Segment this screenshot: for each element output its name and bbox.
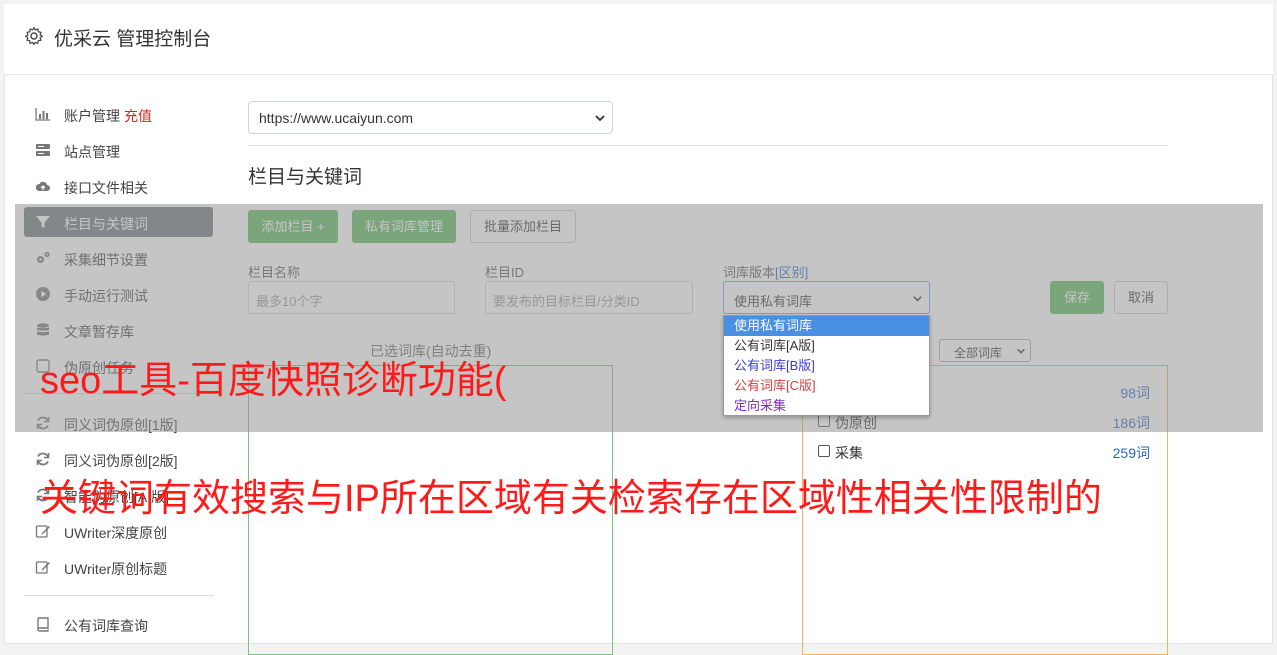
lib-version-label-text: 词库版本: [723, 265, 776, 280]
sidebar-item-synonym-v1[interactable]: 同义词伪原创[1版]: [24, 408, 213, 438]
section-divider: [248, 145, 1168, 146]
site-select-value: https://www.ucaiyun.com: [259, 110, 414, 126]
sidebar-item-account[interactable]: 账户管理 充值: [24, 99, 213, 129]
sidebar-item-article-cache[interactable]: 文章暂存库: [24, 315, 213, 345]
dropdown-option[interactable]: 定向采集: [724, 396, 929, 416]
lib-count: 259词: [1112, 445, 1150, 461]
bar-chart-icon: [35, 108, 50, 121]
batch-add-button[interactable]: 批量添加栏目: [470, 210, 576, 243]
lib-name: 采集: [835, 445, 863, 461]
book-icon: [37, 617, 49, 632]
cancel-button[interactable]: 取消: [1114, 281, 1168, 314]
column-id-input[interactable]: 要发布的目标栏目/分类ID: [485, 281, 693, 314]
lib-filter-select[interactable]: 全部词库: [939, 339, 1031, 362]
database-icon: [37, 323, 49, 336]
save-button[interactable]: 保存: [1050, 281, 1104, 314]
lib-checkbox[interactable]: [818, 445, 830, 457]
sidebar-item-label: 采集细节设置: [64, 252, 148, 268]
column-id-label: 栏目ID: [485, 265, 525, 280]
sidebar-item-columns-keywords[interactable]: 栏目与关键词: [24, 207, 213, 237]
column-name-placeholder: 最多10个字: [256, 294, 323, 309]
section-title: 栏目与关键词: [248, 167, 363, 188]
banner-text-line-2: 关键词有效搜索与IP所在区域有关检索存在区域性相关性限制的: [40, 478, 1102, 520]
play-circle-icon: [36, 287, 50, 301]
gear-icon: [24, 26, 44, 46]
lib-count: 98词: [1120, 385, 1150, 401]
chevron-down-icon: [913, 296, 922, 302]
list-item[interactable]: 采集 259词: [818, 442, 1150, 462]
sidebar-item-api-files[interactable]: 接口文件相关: [24, 171, 213, 201]
sidebar-item-uwriter-title[interactable]: UWriter原创标题: [24, 552, 213, 582]
server-icon: [36, 144, 50, 156]
dropdown-option[interactable]: 公有词库[A版]: [724, 336, 929, 356]
sidebar-item-public-lib-query[interactable]: 公有词库查询: [24, 609, 213, 639]
sidebar-item-label: 文章暂存库: [64, 324, 134, 340]
chevron-down-icon: [1017, 348, 1025, 354]
top-header: 优采云 管理控制台: [4, 4, 1273, 75]
sidebar-item-label: 公有词库查询: [64, 618, 148, 634]
sidebar-item-label: 站点管理: [64, 144, 120, 160]
lib-count: 186词: [1112, 415, 1150, 431]
lib-version-dropdown: 使用私有词库 公有词库[A版] 公有词库[B版] 公有词库[C版] 定向采集: [723, 315, 930, 416]
lib-version-value: 使用私有词库: [734, 294, 813, 309]
edit-icon: [35, 525, 50, 538]
sidebar-item-label: 手动运行测试: [64, 288, 148, 304]
filter-icon: [36, 216, 50, 228]
refresh-icon: [36, 416, 50, 430]
sidebar-item-manual-run[interactable]: 手动运行测试: [24, 279, 213, 309]
dropdown-option[interactable]: 公有词库[B版]: [724, 356, 929, 376]
sidebar-item-label: UWriter深度原创: [64, 525, 168, 541]
recharge-link[interactable]: 充值: [124, 108, 152, 124]
app-title: 优采云 管理控制台: [54, 29, 212, 50]
lib-version-select[interactable]: 使用私有词库: [723, 281, 930, 314]
dropdown-option[interactable]: 公有词库[C版]: [724, 376, 929, 396]
lib-checkbox[interactable]: [818, 415, 830, 427]
lib-filter-value: 全部词库: [954, 346, 1003, 360]
dropdown-option[interactable]: 使用私有词库: [724, 316, 929, 336]
gears-icon: [37, 251, 50, 263]
banner-text-line-1: seo工具-百度快照诊断功能(: [40, 360, 507, 402]
add-column-button[interactable]: 添加栏目 +: [248, 210, 338, 243]
lib-name: 伪原创: [835, 415, 877, 431]
sidebar-item-collect-settings[interactable]: 采集细节设置: [24, 243, 213, 273]
private-lib-button[interactable]: 私有词库管理: [352, 210, 456, 243]
column-name-input[interactable]: 最多10个字: [248, 281, 455, 314]
column-name-label: 栏目名称: [248, 265, 301, 280]
sidebar-divider: [24, 595, 214, 596]
sidebar-item-sites[interactable]: 站点管理: [24, 135, 213, 165]
sidebar-item-label: 账户管理: [64, 108, 120, 124]
column-id-placeholder: 要发布的目标栏目/分类ID: [493, 294, 640, 309]
sidebar-item-label: UWriter原创标题: [64, 561, 168, 577]
diff-link[interactable]: [区别]: [775, 265, 808, 280]
lib-version-label: 词库版本[区别]: [723, 262, 808, 281]
site-select[interactable]: https://www.ucaiyun.com: [248, 101, 613, 134]
sidebar-item-label: 栏目与关键词: [64, 216, 148, 232]
refresh-icon: [36, 452, 50, 466]
sidebar-item-label: 同义词伪原创[1版]: [64, 417, 178, 433]
cloud-upload-icon: [35, 181, 50, 191]
sidebar-item-label: 接口文件相关: [64, 180, 148, 196]
edit-icon: [35, 561, 50, 574]
chevron-down-icon: [595, 115, 605, 122]
